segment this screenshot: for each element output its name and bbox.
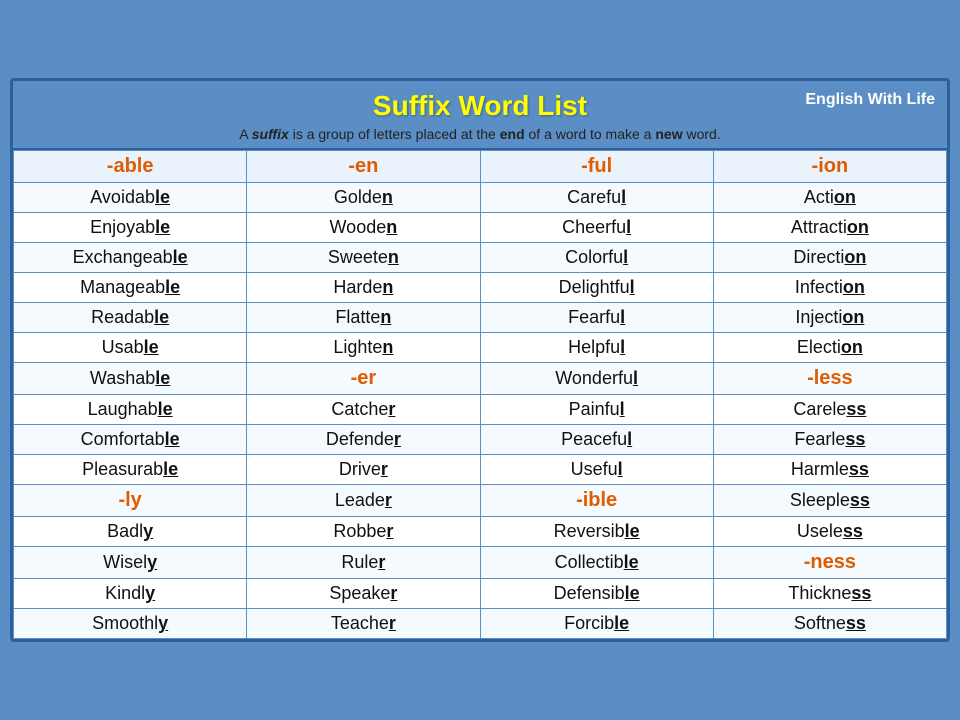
cell: Golden	[247, 183, 480, 213]
table-row: -ly Leader -ible Sleepless	[14, 485, 947, 517]
table-row: Usable Lighten Helpful Election	[14, 333, 947, 363]
cell: Washable	[14, 363, 247, 395]
cell: Speaker	[247, 579, 480, 609]
col-header-able: -able	[14, 151, 247, 183]
table-row: Wisely Ruler Collectible -ness	[14, 547, 947, 579]
cell: Cheerful	[480, 213, 713, 243]
table-row: Exchangeable Sweeten Colorful Direction	[14, 243, 947, 273]
cell: Softness	[713, 609, 946, 639]
cell: Careless	[713, 395, 946, 425]
cell: Delightful	[480, 273, 713, 303]
cell: Fearless	[713, 425, 946, 455]
cell: Collectible	[480, 547, 713, 579]
cell: Thickness	[713, 579, 946, 609]
col-header-ion: -ion	[713, 151, 946, 183]
col-header-ible: -ible	[480, 485, 713, 517]
col-header-ly: -ly	[14, 485, 247, 517]
cell: Avoidable	[14, 183, 247, 213]
table-row: Badly Robber Reversible Useless	[14, 517, 947, 547]
cell: Helpful	[480, 333, 713, 363]
cell: Sleepless	[713, 485, 946, 517]
table-row: Avoidable Golden Careful Action	[14, 183, 947, 213]
cell: Peaceful	[480, 425, 713, 455]
cell: Smoothly	[14, 609, 247, 639]
cell: Painful	[480, 395, 713, 425]
brand-label: English With Life	[805, 91, 935, 109]
cell: Badly	[14, 517, 247, 547]
table-header-row: -able -en -ful -ion	[14, 151, 947, 183]
cell: Attraction	[713, 213, 946, 243]
cell: Election	[713, 333, 946, 363]
cell: Defender	[247, 425, 480, 455]
cell: Robber	[247, 517, 480, 547]
table-row: Enjoyable Wooden Cheerful Attraction	[14, 213, 947, 243]
col-header-ness: -ness	[713, 547, 946, 579]
cell: Comfortable	[14, 425, 247, 455]
cell: Injection	[713, 303, 946, 333]
cell: Reversible	[480, 517, 713, 547]
cell: Pleasurable	[14, 455, 247, 485]
cell: Harmless	[713, 455, 946, 485]
cell: Infection	[713, 273, 946, 303]
cell: Defensible	[480, 579, 713, 609]
cell: Useless	[713, 517, 946, 547]
table-row: Laughable Catcher Painful Careless	[14, 395, 947, 425]
cell: Harden	[247, 273, 480, 303]
table-row: Kindly Speaker Defensible Thickness	[14, 579, 947, 609]
header: Suffix Word List A suffix is a group of …	[13, 81, 947, 149]
cell: Leader	[247, 485, 480, 517]
cell: Kindly	[14, 579, 247, 609]
main-container: Suffix Word List A suffix is a group of …	[10, 78, 950, 643]
col-header-er: -er	[247, 363, 480, 395]
cell: Readable	[14, 303, 247, 333]
col-header-less: -less	[713, 363, 946, 395]
cell: Laughable	[14, 395, 247, 425]
cell: Usable	[14, 333, 247, 363]
table-row: Readable Flatten Fearful Injection	[14, 303, 947, 333]
cell: Enjoyable	[14, 213, 247, 243]
cell: Catcher	[247, 395, 480, 425]
cell: Wisely	[14, 547, 247, 579]
cell: Careful	[480, 183, 713, 213]
table-row: Washable -er Wonderful -less	[14, 363, 947, 395]
col-header-ful: -ful	[480, 151, 713, 183]
table-row: Manageable Harden Delightful Infection	[14, 273, 947, 303]
cell: Lighten	[247, 333, 480, 363]
table-row: Comfortable Defender Peaceful Fearless	[14, 425, 947, 455]
cell: Colorful	[480, 243, 713, 273]
cell: Forcible	[480, 609, 713, 639]
page-title: Suffix Word List	[25, 89, 935, 123]
cell: Wooden	[247, 213, 480, 243]
cell: Wonderful	[480, 363, 713, 395]
cell: Sweeten	[247, 243, 480, 273]
cell: Manageable	[14, 273, 247, 303]
subtitle: A suffix is a group of letters placed at…	[25, 126, 935, 142]
table-row: Smoothly Teacher Forcible Softness	[14, 609, 947, 639]
cell: Action	[713, 183, 946, 213]
col-header-en: -en	[247, 151, 480, 183]
cell: Ruler	[247, 547, 480, 579]
cell: Driver	[247, 455, 480, 485]
cell: Direction	[713, 243, 946, 273]
cell: Useful	[480, 455, 713, 485]
cell: Exchangeable	[14, 243, 247, 273]
suffix-table: -able -en -ful -ion Avoidable Golden Car…	[13, 150, 947, 639]
cell: Flatten	[247, 303, 480, 333]
cell: Teacher	[247, 609, 480, 639]
cell: Fearful	[480, 303, 713, 333]
table-row: Pleasurable Driver Useful Harmless	[14, 455, 947, 485]
table-wrapper: -able -en -ful -ion Avoidable Golden Car…	[13, 148, 947, 639]
